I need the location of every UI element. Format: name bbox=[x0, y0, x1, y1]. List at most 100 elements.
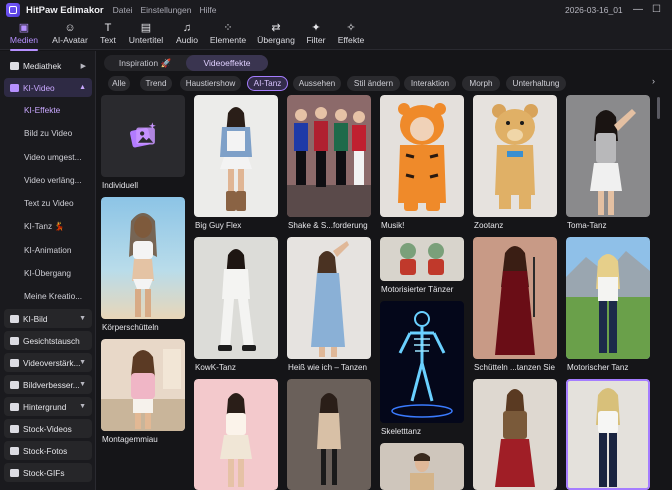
filter-alle[interactable]: Alle bbox=[108, 76, 130, 91]
sidebar-sub-bild-zu-video[interactable]: Bild zu Video bbox=[24, 128, 72, 138]
effect-card-blonde-dancer[interactable] bbox=[566, 379, 650, 490]
menu-hilfe[interactable]: Hilfe bbox=[200, 5, 217, 15]
sidebar-item-gesichtstausch[interactable]: Gesichtstausch bbox=[4, 331, 92, 350]
tool-filter-label: Filter bbox=[306, 35, 326, 45]
effect-thumbnail bbox=[287, 237, 371, 359]
tool-effekte[interactable]: ✧ Effekte bbox=[336, 22, 366, 49]
effect-card-kowk-tanz[interactable]: KowK-Tanz bbox=[194, 237, 278, 373]
maximize-icon[interactable]: ☐ bbox=[652, 4, 661, 15]
effect-card-street-dancer[interactable] bbox=[287, 379, 371, 490]
effect-card-schuetteln-tanzen[interactable]: Schütteln ...tanzen Sie bbox=[473, 237, 557, 373]
filter-morph[interactable]: Morph bbox=[462, 76, 500, 91]
face-swap-icon bbox=[10, 336, 19, 345]
sidebar-sub-ki-tanz[interactable]: KI-Tanz 💃 bbox=[24, 221, 65, 232]
group-dancers-image bbox=[287, 95, 371, 217]
effect-card-heiss-wie-ich[interactable]: Heiß wie ich – Tanzen bbox=[287, 237, 371, 373]
filter-haustiershow[interactable]: Haustiershow bbox=[180, 76, 241, 91]
effect-card-boy-dancer[interactable] bbox=[380, 443, 464, 490]
effect-card-skeletttanz[interactable]: Skeletttanz bbox=[380, 301, 464, 437]
tool-elemente[interactable]: ⁘ Elemente bbox=[209, 22, 247, 49]
tool-filter[interactable]: ✦ Filter bbox=[305, 22, 327, 49]
sidebar-item-stock-gifs[interactable]: Stock-GIFs bbox=[4, 463, 92, 482]
sidebar-sub-video-umgestalten[interactable]: Video umgest... bbox=[24, 152, 82, 162]
filter-trend[interactable]: Trend bbox=[140, 76, 172, 91]
sidebar-sub-ki-animation[interactable]: KI-Animation bbox=[24, 245, 72, 255]
sidebar-item-label: Stock-GIFs bbox=[23, 467, 65, 478]
tool-audio[interactable]: ♫ Audio bbox=[174, 22, 200, 49]
effect-thumbnail bbox=[566, 95, 650, 217]
sidebar-sub-ki-uebergang[interactable]: KI-Übergang bbox=[24, 268, 71, 278]
effect-thumbnail bbox=[566, 237, 650, 359]
minimize-icon[interactable]: — bbox=[633, 4, 643, 15]
tool-text[interactable]: T Text bbox=[97, 22, 119, 49]
effect-card-toma-tanz[interactable]: Toma-Tanz bbox=[566, 95, 650, 231]
sidebar-item-bildverbesserer[interactable]: Bildverbesser... ▼ bbox=[4, 375, 92, 394]
stock-video-icon bbox=[10, 424, 19, 433]
sidebar-item-hintergrund[interactable]: Hintergrund ▼ bbox=[4, 397, 92, 416]
sidebar-sub-meine-kreationen[interactable]: Meine Kreatio... bbox=[24, 291, 82, 301]
sidebar-item-label: Gesichtstausch bbox=[23, 335, 80, 346]
filter-aussehen[interactable]: Aussehen bbox=[293, 76, 341, 91]
filter-stil-aendern[interactable]: Stil ändern bbox=[347, 76, 400, 91]
sidebar-item-ki-bild[interactable]: KI-Bild ▼ bbox=[4, 309, 92, 328]
white-suit-dancer-image bbox=[194, 237, 278, 359]
scrollbar-thumb[interactable] bbox=[657, 97, 660, 119]
effect-card-motorisierter-taenzer[interactable]: Motorisierter Tänzer bbox=[380, 237, 464, 295]
effect-card-big-guy-flex[interactable]: Big Guy Flex bbox=[194, 95, 278, 231]
sidebar-item-stock-fotos[interactable]: Stock-Fotos bbox=[4, 441, 92, 460]
effect-card-label: Musik! bbox=[381, 221, 405, 230]
sidebar-item-stock-videos[interactable]: Stock-Videos bbox=[4, 419, 92, 438]
menu-einstellungen[interactable]: Einstellungen bbox=[140, 5, 191, 15]
folder-icon bbox=[10, 61, 19, 70]
blonde-dancer-image bbox=[566, 379, 650, 490]
sidebar-item-mediathek[interactable]: Mediathek ▶ bbox=[4, 56, 92, 75]
effect-card-label: KowK-Tanz bbox=[195, 363, 236, 372]
media-sidebar: Mediathek ▶ KI-Video ▲ KI-Effekte Bild z… bbox=[0, 51, 96, 490]
tool-medien[interactable]: ▣ Medien bbox=[8, 22, 40, 51]
effect-card-label: Körperschütteln bbox=[102, 323, 159, 332]
tool-ai-avatar[interactable]: ☺ AI-Avatar bbox=[50, 22, 90, 49]
effect-card-individuell[interactable]: Individuell bbox=[101, 95, 185, 191]
sidebar-sub-ki-effekte[interactable]: KI-Effekte bbox=[24, 105, 60, 115]
effect-card-shake-challenge[interactable]: Shake & S...forderung bbox=[287, 95, 371, 231]
effect-thumbnail bbox=[101, 339, 185, 431]
effect-card-koerperschuetteln[interactable]: Körperschütteln bbox=[101, 197, 185, 333]
sidebar-sub-text-zu-video[interactable]: Text zu Video bbox=[24, 198, 74, 208]
filter-interaktion[interactable]: Interaktion bbox=[404, 76, 456, 91]
chevron-right-icon[interactable]: › bbox=[652, 76, 655, 86]
tab-inspiration[interactable]: Inspiration 🚀 bbox=[104, 55, 186, 71]
tool-medien-label: Medien bbox=[9, 35, 39, 45]
effect-card-musik[interactable]: Musik! bbox=[380, 95, 464, 231]
toy-figures-image bbox=[380, 237, 464, 281]
effect-thumbnail bbox=[380, 237, 464, 281]
subtitle-icon: ▤ bbox=[140, 22, 152, 34]
tool-untertitel[interactable]: ▤ Untertitel bbox=[127, 22, 165, 49]
tool-ai-avatar-label: AI-Avatar bbox=[52, 35, 88, 45]
meadow-dancer-image bbox=[566, 237, 650, 359]
effect-card-brown-outfit[interactable] bbox=[473, 379, 557, 490]
sidebar-item-label: Stock-Videos bbox=[23, 423, 72, 434]
filter-ai-tanz[interactable]: AI-Tanz bbox=[247, 76, 288, 91]
ai-video-icon bbox=[10, 83, 19, 92]
effect-thumbnail bbox=[287, 379, 371, 490]
sidebar-item-label: Videoverstärk... bbox=[23, 357, 81, 368]
effect-card-zootanz[interactable]: Zootanz bbox=[473, 95, 557, 231]
chevron-down-icon: ▼ bbox=[79, 315, 86, 322]
tool-uebergang[interactable]: ⇄ Übergang bbox=[256, 22, 296, 49]
effect-thumbnail bbox=[473, 379, 557, 490]
tab-videoeffekte[interactable]: Videoeffekte bbox=[186, 55, 268, 71]
sidebar-item-videoverstaerker[interactable]: Videoverstärk... ▼ bbox=[4, 353, 92, 372]
image-enhance-icon bbox=[10, 380, 19, 389]
filter-unterhaltung[interactable]: Unterhaltung bbox=[506, 76, 566, 91]
chevron-down-icon: ▼ bbox=[79, 381, 86, 388]
effect-tabs: Inspiration 🚀 Videoeffekte bbox=[104, 55, 268, 71]
effect-thumbnail bbox=[101, 95, 185, 177]
beach-dancer-image bbox=[101, 197, 185, 319]
menu-datei[interactable]: Datei bbox=[113, 5, 133, 15]
effect-card-montagemmiau[interactable]: Montagemmiau bbox=[101, 339, 185, 445]
sidebar-item-label: Stock-Fotos bbox=[23, 445, 68, 456]
sidebar-item-ki-video[interactable]: KI-Video ▲ bbox=[4, 78, 92, 97]
effect-card-motorischer-tanz[interactable]: Motorischer Tanz bbox=[566, 237, 650, 373]
sidebar-sub-video-verlaengern[interactable]: Video verläng... bbox=[24, 175, 82, 185]
effect-card-pink-dancer[interactable] bbox=[194, 379, 278, 490]
